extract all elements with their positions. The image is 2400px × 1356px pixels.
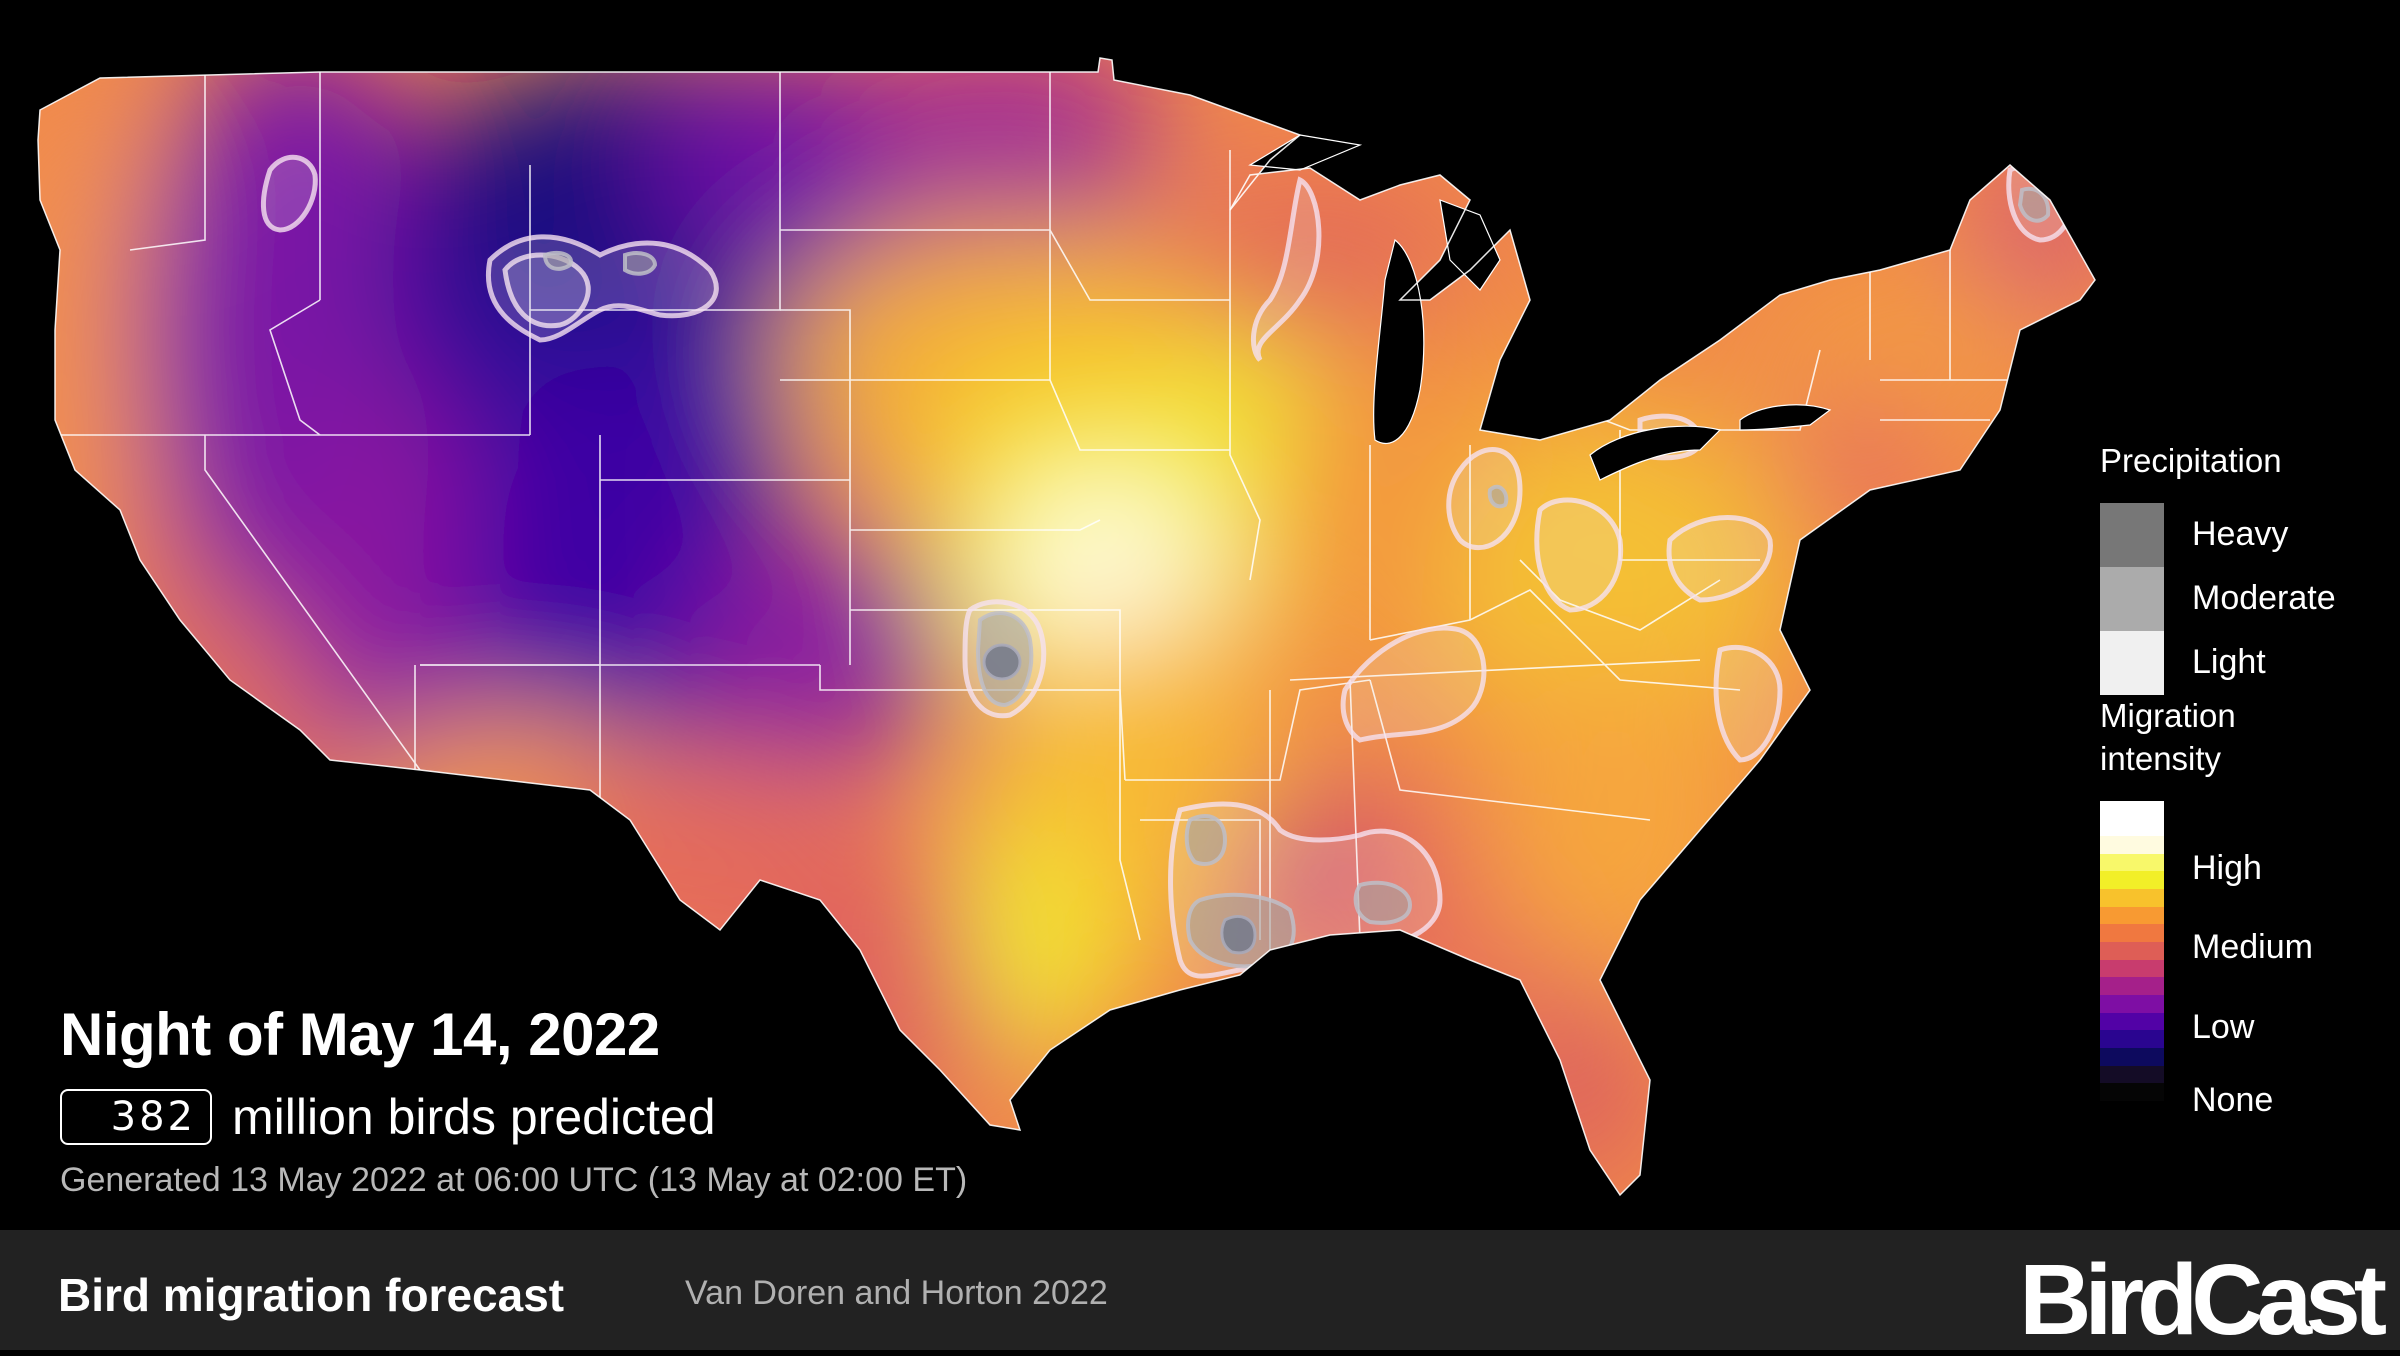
precip-legend-heavy: Heavy xyxy=(2100,502,2400,567)
birds-count-box: 382 xyxy=(60,1089,212,1145)
footer-title: Bird migration forecast xyxy=(58,1269,565,1321)
ramp-step xyxy=(2100,836,2164,854)
ramp-step xyxy=(2100,871,2164,890)
precip-label-moderate: Moderate xyxy=(2192,579,2336,618)
ramp-step xyxy=(2100,889,2164,907)
ramp-step xyxy=(2100,906,2164,925)
birds-count-label: million birds predicted xyxy=(232,1089,716,1145)
precip-swatch-heavy xyxy=(2100,502,2164,567)
ramp-step xyxy=(2100,853,2164,872)
birdcast-logo: BirdCast xyxy=(2019,1244,2387,1356)
precipitation-legend: Heavy Moderate Light xyxy=(2100,502,2400,695)
precip-swatch-moderate xyxy=(2100,566,2164,631)
migration-intensity-legend: High Medium Low None xyxy=(2100,800,2400,1119)
intensity-label-low: Low xyxy=(2192,1007,2255,1046)
ramp-step xyxy=(2100,995,2164,1013)
precip-swatch-light xyxy=(2100,630,2164,695)
migration-legend-title-line1: Migration xyxy=(2100,696,2236,734)
migration-legend-title-line2: intensity xyxy=(2100,739,2222,777)
ramp-step xyxy=(2100,1083,2164,1102)
ramp-step xyxy=(2100,1065,2164,1084)
precip-legend-light: Light xyxy=(2100,630,2400,695)
precip-legend-moderate: Moderate xyxy=(2100,566,2400,631)
precipitation-legend-title: Precipitation xyxy=(2100,442,2282,479)
map-legend: Precipitation Heavy Moderate Light Migra… xyxy=(2100,440,2400,1119)
migration-legend-title: Migration intensity xyxy=(2100,695,2400,781)
forecast-summary: Night of May 14, 2022 382 million birds … xyxy=(60,1005,967,1200)
generated-timestamp: Generated 13 May 2022 at 06:00 UTC (13 M… xyxy=(60,1161,968,1199)
ramp-step xyxy=(2100,942,2164,960)
intensity-label-medium: Medium xyxy=(2192,928,2313,967)
ramp-step xyxy=(2100,1101,2164,1119)
ramp-step xyxy=(2100,818,2164,837)
footer-bar: Bird migration forecast Van Doren and Ho… xyxy=(0,1230,2400,1350)
ramp-step xyxy=(2100,1012,2164,1031)
ramp-step xyxy=(2100,924,2164,943)
count-row: 382 million birds predicted xyxy=(60,1089,967,1145)
ramp-step xyxy=(2100,1048,2164,1066)
ramp-step xyxy=(2100,800,2164,819)
precip-label-heavy: Heavy xyxy=(2192,515,2289,554)
footer-credit: Van Doren and Horton 2022 xyxy=(685,1274,1108,1312)
ramp-step xyxy=(2100,977,2164,996)
precip-label-light: Light xyxy=(2192,643,2266,682)
ramp-step xyxy=(2100,959,2164,978)
intensity-label-none: None xyxy=(2192,1080,2274,1119)
ramp-step xyxy=(2100,1030,2164,1049)
night-title: Night of May 14, 2022 xyxy=(60,1001,660,1068)
intensity-color-ramp xyxy=(2100,800,2164,1119)
intensity-label-high: High xyxy=(2192,848,2262,887)
